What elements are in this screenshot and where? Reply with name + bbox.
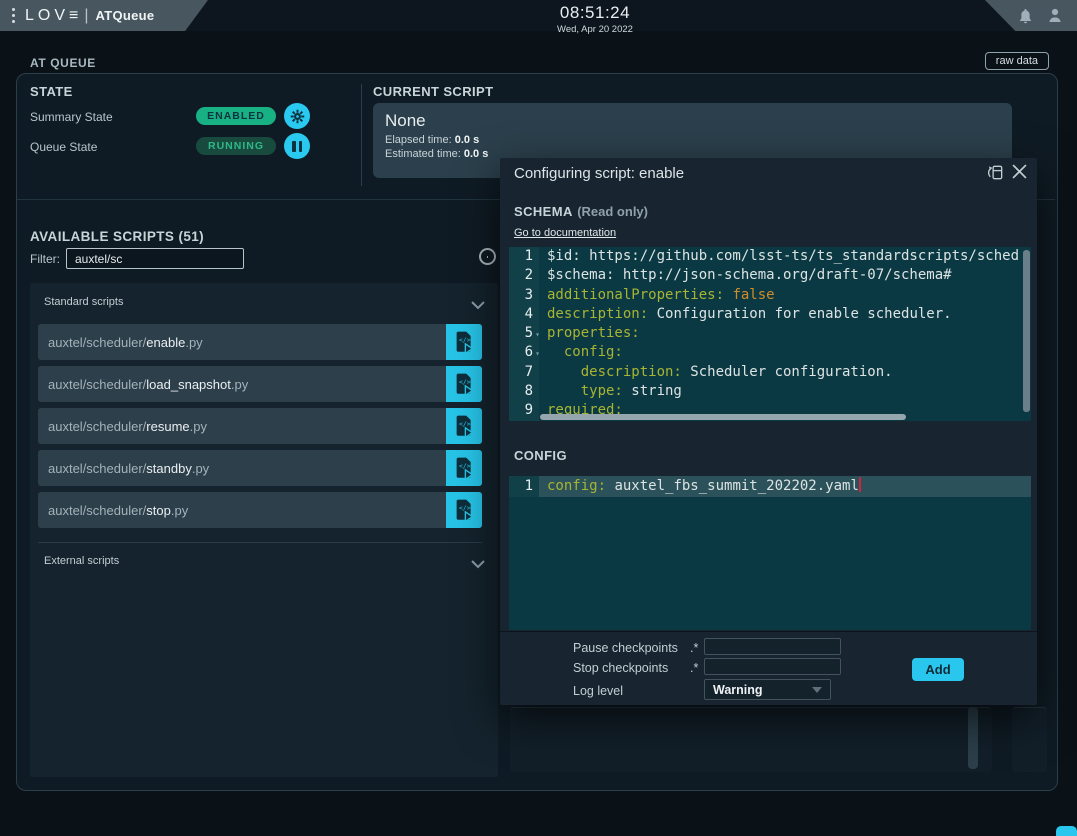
clock: 08:51:24 Wed, Apr 20 2022 bbox=[540, 3, 650, 35]
code-line: 8 type: string bbox=[509, 382, 1031, 401]
love-logo: LOV≡ bbox=[25, 7, 82, 25]
launch-script-button[interactable]: </> bbox=[446, 492, 482, 528]
background-side-panel bbox=[1012, 707, 1047, 772]
script-item[interactable]: auxtel/scheduler/stop.py </> bbox=[38, 492, 482, 528]
add-button[interactable]: Add bbox=[912, 658, 964, 681]
fold-marker-icon[interactable]: ▾ bbox=[535, 344, 540, 363]
launch-script-button[interactable]: </> bbox=[446, 450, 482, 486]
logo-separator: | bbox=[84, 7, 88, 25]
group-label-external: External scripts bbox=[44, 555, 119, 567]
queue-state-badge: RUNNING bbox=[196, 137, 276, 155]
pause-checkpoints-label: Pause checkpoints bbox=[573, 641, 678, 655]
script-path: auxtel/scheduler/standby.py bbox=[38, 461, 446, 476]
script-item[interactable]: auxtel/scheduler/load_snapshot.py </> bbox=[38, 366, 482, 402]
script-launch-icon: </> bbox=[454, 414, 475, 439]
pause-icon bbox=[292, 141, 302, 152]
pause-checkpoints-input[interactable] bbox=[704, 638, 841, 655]
script-item[interactable]: auxtel/scheduler/standby.py </> bbox=[38, 450, 482, 486]
summary-state-config-button[interactable] bbox=[284, 103, 310, 129]
fold-marker-icon[interactable]: ▾ bbox=[535, 325, 540, 344]
collapse-available-scripts-icon[interactable] bbox=[479, 248, 496, 265]
gear-icon bbox=[290, 109, 305, 124]
background-scrollbar[interactable] bbox=[968, 707, 978, 769]
code-line: 6▾ config: bbox=[509, 343, 1031, 362]
launch-script-button[interactable]: </> bbox=[446, 324, 482, 360]
documentation-link[interactable]: Go to documentation bbox=[514, 227, 616, 239]
chevron-down-icon[interactable] bbox=[470, 556, 486, 574]
script-path: auxtel/scheduler/resume.py bbox=[38, 419, 446, 434]
schema-vertical-scrollbar[interactable] bbox=[1023, 250, 1030, 412]
close-icon[interactable] bbox=[1012, 164, 1027, 182]
script-launch-icon: </> bbox=[454, 456, 475, 481]
top-bar: LOV≡ | ATQueue 08:51:24 Wed, Apr 20 2022 bbox=[0, 0, 1077, 31]
controls-divider bbox=[500, 631, 1037, 632]
raw-data-button[interactable]: raw data bbox=[985, 52, 1049, 70]
script-launch-icon: </> bbox=[454, 498, 475, 523]
stop-checkpoints-input[interactable] bbox=[704, 658, 841, 675]
configure-script-modal: Configuring script: enable SCHEMA (Read … bbox=[500, 158, 1037, 705]
group-label-standard: Standard scripts bbox=[44, 296, 123, 308]
background-queue-panel bbox=[510, 707, 992, 772]
script-item[interactable]: auxtel/scheduler/resume.py </> bbox=[38, 408, 482, 444]
code-line: 1 config: auxtel_fbs_summit_202202.yaml bbox=[509, 476, 1031, 497]
at-queue-title: AT QUEUE bbox=[30, 56, 96, 70]
menu-dots-icon[interactable] bbox=[12, 8, 15, 23]
config-editor[interactable]: 1 config: auxtel_fbs_summit_202202.yaml bbox=[509, 476, 1031, 630]
current-script-name: None bbox=[385, 111, 1012, 131]
state-divider bbox=[361, 84, 362, 186]
pause-checkpoints-hint: .* bbox=[690, 641, 698, 655]
queue-state-label: Queue State bbox=[30, 140, 97, 154]
stop-checkpoints-label: Stop checkpoints bbox=[573, 661, 668, 675]
state-section-title: STATE bbox=[30, 84, 73, 99]
filter-label: Filter: bbox=[30, 252, 60, 266]
script-item[interactable]: auxtel/scheduler/enable.py </> bbox=[38, 324, 482, 360]
corner-accent[interactable] bbox=[1056, 826, 1077, 836]
config-section-title: CONFIG bbox=[514, 448, 567, 463]
script-path: auxtel/scheduler/load_snapshot.py bbox=[38, 377, 446, 392]
available-scripts-list: Standard scripts auxtel/scheduler/enable… bbox=[30, 283, 498, 777]
chevron-down-icon[interactable] bbox=[470, 297, 486, 315]
available-scripts-title: AVAILABLE SCRIPTS (51) bbox=[30, 229, 204, 244]
schema-editor[interactable]: 1$id: https://github.com/lsst-ts/ts_stan… bbox=[509, 247, 1031, 421]
app-name: ATQueue bbox=[96, 8, 155, 23]
stop-checkpoints-hint: .* bbox=[690, 661, 698, 675]
script-launch-icon: </> bbox=[454, 372, 475, 397]
script-path: auxtel/scheduler/stop.py bbox=[38, 503, 446, 518]
filter-input[interactable] bbox=[66, 248, 244, 269]
text-cursor bbox=[859, 477, 861, 492]
modal-title: Configuring script: enable bbox=[514, 165, 684, 182]
page: LOV≡ | ATQueue 08:51:24 Wed, Apr 20 2022… bbox=[0, 0, 1077, 836]
code-line: 7 description: Scheduler configuration. bbox=[509, 363, 1031, 382]
log-level-select[interactable]: Warning bbox=[704, 679, 831, 700]
config-active-line: config: auxtel_fbs_summit_202202.yaml bbox=[539, 476, 1031, 497]
schema-readonly-note: (Read only) bbox=[577, 204, 648, 219]
topbar-left-section: LOV≡ | ATQueue bbox=[0, 0, 208, 31]
detach-panel-icon[interactable] bbox=[986, 163, 1005, 185]
script-path: auxtel/scheduler/enable.py bbox=[38, 335, 446, 350]
notifications-bell-icon[interactable] bbox=[1018, 8, 1033, 24]
code-line: 3additionalProperties: false bbox=[509, 286, 1031, 305]
current-script-title: CURRENT SCRIPT bbox=[373, 84, 493, 99]
summary-state-badge: ENABLED bbox=[196, 107, 276, 125]
schema-horizontal-scrollbar[interactable] bbox=[540, 414, 906, 420]
elapsed-time: Elapsed time: 0.0 s bbox=[385, 134, 1012, 146]
clock-date: Wed, Apr 20 2022 bbox=[540, 24, 650, 35]
topbar-right-section bbox=[985, 0, 1077, 31]
user-account-icon[interactable] bbox=[1047, 7, 1063, 24]
code-line: 2$schema: http://json-schema.org/draft-0… bbox=[509, 266, 1031, 285]
pause-queue-button[interactable] bbox=[284, 133, 310, 159]
launch-script-button[interactable]: </> bbox=[446, 366, 482, 402]
summary-state-label: Summary State bbox=[30, 110, 113, 124]
code-line: 5▾properties: bbox=[509, 324, 1031, 343]
group-divider bbox=[38, 542, 482, 543]
clock-time: 08:51:24 bbox=[540, 3, 650, 23]
dropdown-caret-icon bbox=[812, 687, 822, 693]
schema-section-title: SCHEMA (Read only) bbox=[514, 203, 648, 221]
launch-script-button[interactable]: </> bbox=[446, 408, 482, 444]
code-line: 1$id: https://github.com/lsst-ts/ts_stan… bbox=[509, 247, 1031, 266]
script-launch-icon: </> bbox=[454, 330, 475, 355]
log-level-label: Log level bbox=[573, 684, 623, 698]
log-level-value: Warning bbox=[713, 683, 763, 697]
code-line: 4description: Configuration for enable s… bbox=[509, 305, 1031, 324]
